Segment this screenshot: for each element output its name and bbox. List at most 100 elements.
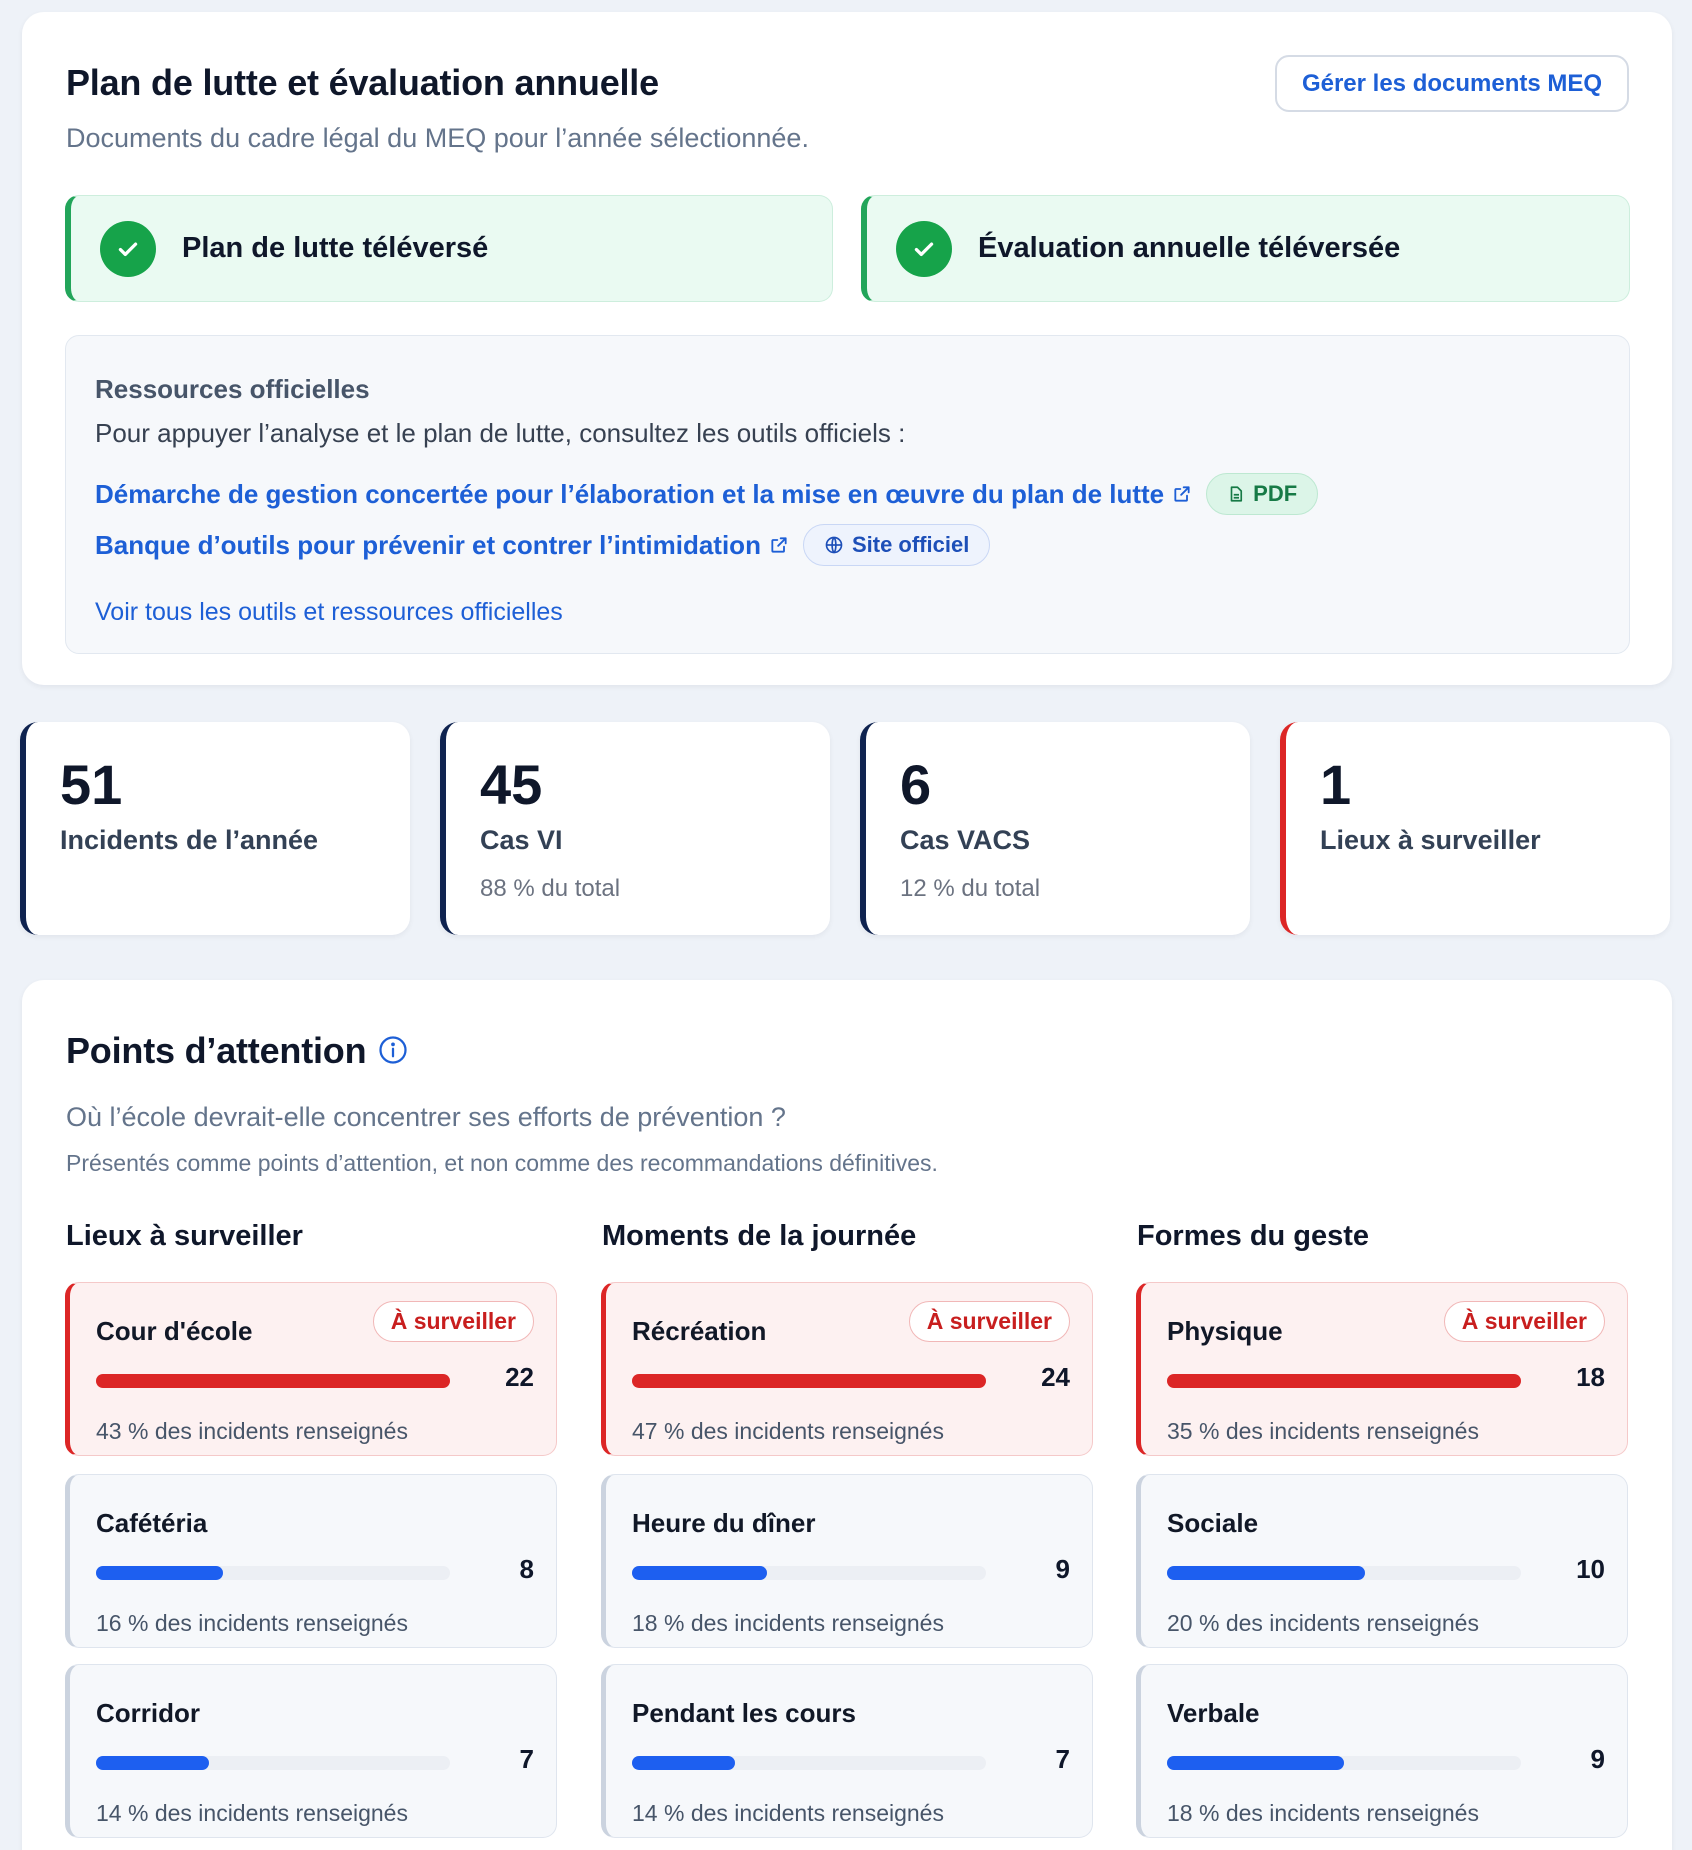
item-count: 22 xyxy=(505,1362,534,1392)
item-share: 35 % des incidents renseignés xyxy=(1167,1418,1479,1444)
progress-fill xyxy=(1167,1374,1521,1388)
item-name: Récréation xyxy=(632,1316,767,1346)
item-name: Heure du dîner xyxy=(632,1508,816,1538)
item-name: Sociale xyxy=(1167,1508,1259,1538)
item-share: 18 % des incidents renseignés xyxy=(1167,1800,1479,1826)
item-name: Physique xyxy=(1167,1316,1283,1346)
official-site-tag-label: Site officiel xyxy=(851,532,970,557)
item-share: 20 % des incidents renseignés xyxy=(1167,1610,1479,1636)
item-name: Cour d'école xyxy=(96,1316,253,1346)
progress-fill xyxy=(632,1566,767,1580)
stat-label: Lieux à surveiller xyxy=(1320,825,1541,855)
stat-note: 12 % du total xyxy=(900,875,1041,902)
attention-item: Pendant les cours 7 14 % des incidents r… xyxy=(601,1664,1093,1838)
item-name: Cafétéria xyxy=(96,1508,208,1538)
item-share: 47 % des incidents renseignés xyxy=(632,1418,944,1444)
plan-subtitle: Documents du cadre légal du MEQ pour l’a… xyxy=(66,123,809,153)
resource-link-banque-outils[interactable]: Banque d’outils pour prévenir et contrer… xyxy=(95,530,761,561)
stat-card-lieux: 1 Lieux à surveiller xyxy=(1280,722,1670,935)
attention-item: Heure du dîner 9 18 % des incidents rens… xyxy=(601,1474,1093,1648)
plan-title: Plan de lutte et évaluation annuelle xyxy=(66,62,659,103)
attention-item: Récréation À surveiller 24 47 % des inci… xyxy=(601,1282,1093,1456)
item-count: 8 xyxy=(519,1554,534,1584)
stat-card-incidents: 51 Incidents de l’année xyxy=(20,722,410,935)
status-label: Évaluation annuelle téléversée xyxy=(978,232,1401,264)
column-title-formes: Formes du geste xyxy=(1137,1220,1370,1252)
resources-intro: Pour appuyer l’analyse et le plan de lut… xyxy=(95,418,906,448)
watch-badge: À surveiller xyxy=(372,1301,534,1342)
attention-item: Verbale 9 18 % des incidents renseignés xyxy=(1136,1664,1628,1838)
see-all-resources-link[interactable]: Voir tous les outils et ressources offic… xyxy=(95,598,563,627)
item-count: 9 xyxy=(1055,1554,1070,1584)
progress-track xyxy=(1167,1566,1521,1580)
stat-value: 45 xyxy=(480,753,543,816)
stat-label: Incidents de l’année xyxy=(60,825,319,855)
attention-question: Où l’école devrait-elle concentrer ses e… xyxy=(66,1102,786,1132)
item-count: 18 xyxy=(1576,1362,1605,1392)
plan-uploaded-status: Plan de lutte téléversé xyxy=(65,195,833,302)
official-site-tag: Site officiel xyxy=(802,524,991,566)
progress-fill xyxy=(632,1756,735,1770)
attention-title: Points d’attention xyxy=(66,1030,367,1071)
attention-disclaimer: Présentés comme points d’attention, et n… xyxy=(66,1150,938,1176)
progress-fill xyxy=(1167,1566,1366,1580)
watch-badge: À surveiller xyxy=(1443,1301,1605,1342)
progress-track xyxy=(632,1566,986,1580)
stat-card-cas-vacs: 6 Cas VACS 12 % du total xyxy=(860,722,1250,935)
item-share: 18 % des incidents renseignés xyxy=(632,1610,944,1636)
evaluation-uploaded-status: Évaluation annuelle téléversée xyxy=(861,195,1630,302)
stat-label: Cas VACS xyxy=(900,825,1031,855)
stat-note: 88 % du total xyxy=(480,875,621,902)
stat-card-cas-vi: 45 Cas VI 88 % du total xyxy=(440,722,830,935)
column-title-lieux: Lieux à surveiller xyxy=(66,1220,303,1252)
progress-fill xyxy=(1167,1756,1344,1770)
progress-fill xyxy=(632,1374,986,1388)
resource-row: Démarche de gestion concertée pour l’éla… xyxy=(95,473,1319,515)
attention-item: Corridor 7 14 % des incidents renseignés xyxy=(65,1664,557,1838)
check-circle-icon xyxy=(896,220,952,277)
item-count: 24 xyxy=(1041,1362,1070,1392)
progress-track xyxy=(1167,1374,1521,1388)
attention-card: Points d’attention Où l’école devrait-el… xyxy=(22,980,1672,1850)
progress-track xyxy=(1167,1756,1521,1770)
external-link-icon xyxy=(1172,484,1192,504)
attention-item: Cafétéria 8 16 % des incidents renseigné… xyxy=(65,1474,557,1648)
stat-label: Cas VI xyxy=(480,825,563,855)
document-icon xyxy=(1230,486,1243,502)
pdf-tag: PDF xyxy=(1206,473,1319,515)
item-count: 7 xyxy=(1055,1744,1070,1774)
status-label: Plan de lutte téléversé xyxy=(182,232,489,264)
resource-link-demarche[interactable]: Démarche de gestion concertée pour l’éla… xyxy=(95,479,1164,510)
item-share: 14 % des incidents renseignés xyxy=(632,1800,944,1826)
resource-row: Banque d’outils pour prévenir et contrer… xyxy=(95,524,991,566)
stat-value: 6 xyxy=(900,753,932,816)
column-title-moments: Moments de la journée xyxy=(602,1220,917,1252)
progress-track xyxy=(632,1374,986,1388)
item-share: 14 % des incidents renseignés xyxy=(96,1800,408,1826)
external-link-icon xyxy=(769,535,789,555)
item-name: Corridor xyxy=(96,1698,200,1728)
progress-track xyxy=(96,1566,450,1580)
item-share: 16 % des incidents renseignés xyxy=(96,1610,408,1636)
item-name: Verbale xyxy=(1167,1698,1260,1728)
progress-track xyxy=(96,1756,450,1770)
watch-badge: À surveiller xyxy=(908,1301,1070,1342)
manage-meq-documents-button[interactable]: Gérer les documents MEQ xyxy=(1275,55,1629,112)
check-circle-icon xyxy=(100,220,156,277)
attention-item: Cour d'école À surveiller 22 43 % des in… xyxy=(65,1282,557,1456)
globe-icon xyxy=(825,536,843,554)
official-resources-panel: Ressources officielles Pour appuyer l’an… xyxy=(65,335,1630,654)
progress-fill xyxy=(96,1374,450,1388)
item-count: 9 xyxy=(1590,1744,1605,1774)
attention-item: Physique À surveiller 18 35 % des incide… xyxy=(1136,1282,1628,1456)
item-name: Pendant les cours xyxy=(632,1698,856,1728)
progress-track xyxy=(632,1756,986,1770)
progress-fill xyxy=(96,1566,224,1580)
resources-title: Ressources officielles xyxy=(95,374,370,404)
item-share: 43 % des incidents renseignés xyxy=(96,1418,408,1444)
stat-value: 51 xyxy=(60,753,123,816)
info-icon[interactable] xyxy=(378,1035,408,1070)
progress-track xyxy=(96,1374,450,1388)
plan-card: Plan de lutte et évaluation annuelle Doc… xyxy=(22,12,1672,685)
item-count: 7 xyxy=(519,1744,534,1774)
